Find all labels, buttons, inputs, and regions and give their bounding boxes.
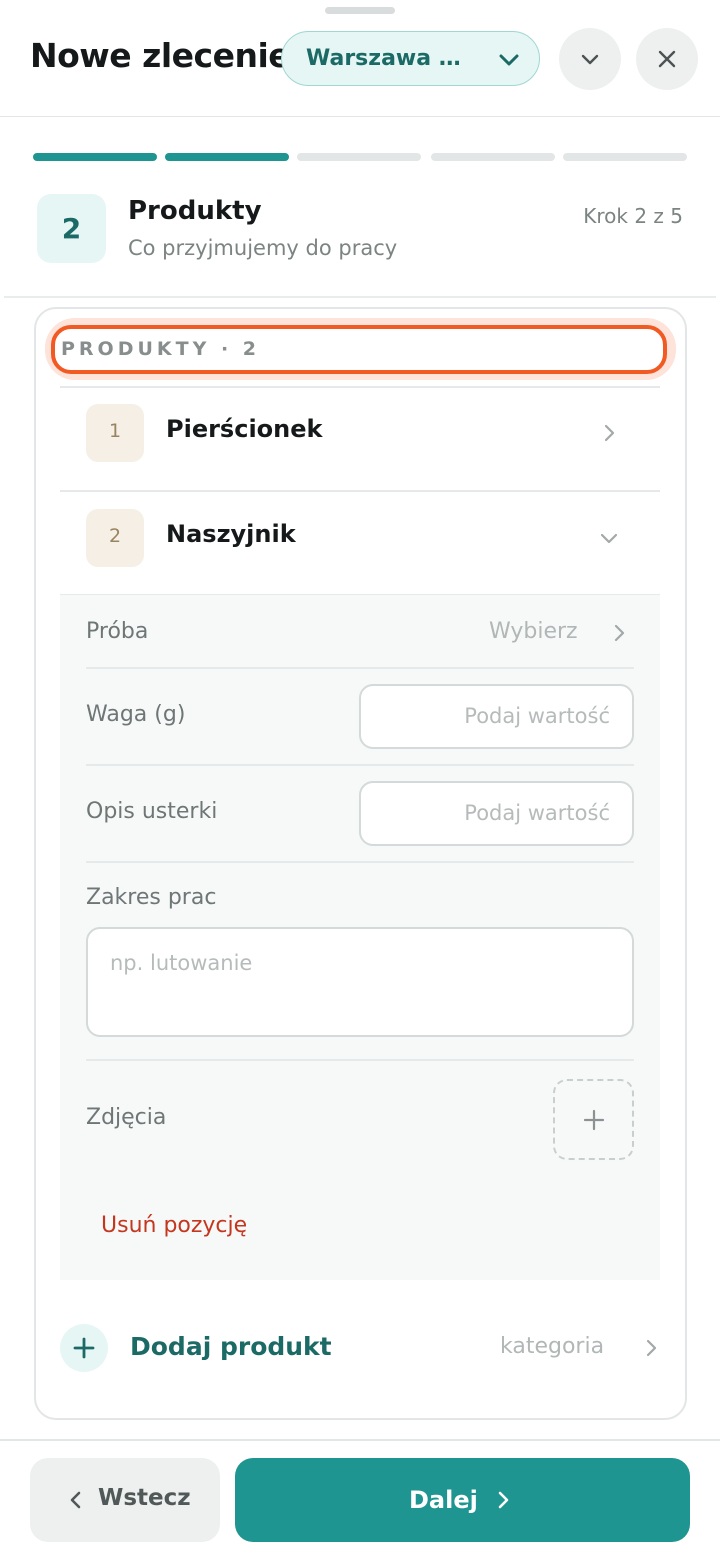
chevron-right-icon	[614, 624, 625, 642]
waga-input[interactable]: Podaj wartość	[359, 684, 634, 749]
chevron-down-icon	[499, 54, 519, 66]
step-subtitle: Co przyjmujemy do pracy	[128, 236, 398, 260]
item-index: 1	[108, 420, 122, 442]
step-counter: Krok 2 z 5	[583, 204, 683, 228]
location-selector[interactable]: Warszawa Centrum	[281, 31, 540, 86]
remove-item-button[interactable]: Usuń pozycję	[101, 1213, 247, 1238]
opis-input[interactable]: Podaj wartość	[359, 781, 634, 846]
step-progress	[33, 153, 687, 161]
chevron-right-icon	[604, 424, 615, 442]
divider	[86, 1059, 634, 1061]
item-index-badge: 2	[86, 509, 144, 567]
next-label: Dalej	[409, 1486, 478, 1514]
product-item-1[interactable]: 1 Pierścionek	[60, 386, 660, 490]
plus-icon	[583, 1109, 605, 1131]
close-button[interactable]	[636, 28, 698, 90]
waga-label: Waga (g)	[86, 702, 186, 727]
chevron-right-icon	[498, 1491, 509, 1509]
add-photo-button[interactable]	[553, 1079, 634, 1160]
back-label: Wstecz	[98, 1485, 191, 1511]
zdjecia-label: Zdjęcia	[86, 1105, 167, 1130]
chevron-down-icon	[600, 533, 618, 544]
item-name: Pierścionek	[166, 415, 323, 443]
add-product-label[interactable]: Dodaj produkt	[130, 1332, 332, 1361]
opis-label: Opis usterki	[86, 799, 218, 824]
header: Nowe zlecenie Warszawa Centrum	[0, 0, 720, 117]
add-product-button[interactable]	[60, 1324, 108, 1372]
waga-placeholder: Podaj wartość	[464, 704, 610, 728]
section-label: PRODUKTY · 2	[51, 325, 667, 374]
step-number: 2	[61, 212, 82, 245]
divider	[86, 861, 634, 863]
chevron-right-icon	[646, 1339, 657, 1357]
divider	[86, 764, 634, 766]
proba-select[interactable]: Wybierz	[460, 613, 640, 653]
page-title: Nowe zlecenie	[30, 36, 291, 75]
product-details-form: Próba Wybierz Waga (g) Podaj wartość Opi…	[60, 595, 660, 1280]
progress-segment	[431, 153, 555, 161]
chevron-down-icon	[581, 54, 599, 65]
zakres-placeholder: np. lutowanie	[110, 951, 253, 975]
section-label-text: PRODUKTY · 2	[61, 338, 261, 360]
proba-value: Wybierz	[489, 619, 578, 644]
step-title: Produkty	[128, 196, 262, 226]
zakres-label: Zakres prac	[86, 885, 217, 910]
step-number-badge: 2	[37, 194, 106, 263]
progress-segment	[165, 153, 289, 161]
divider	[86, 667, 634, 669]
zakres-textarea[interactable]: np. lutowanie	[86, 927, 634, 1037]
more-button[interactable]	[559, 28, 621, 90]
plus-icon	[73, 1337, 95, 1359]
opis-placeholder: Podaj wartość	[464, 801, 610, 825]
progress-segment	[297, 153, 421, 161]
next-button[interactable]: Dalej	[235, 1458, 690, 1542]
back-button[interactable]: Wstecz	[30, 1458, 220, 1542]
close-icon	[658, 50, 676, 68]
item-index: 2	[108, 525, 122, 547]
progress-segment	[563, 153, 687, 161]
location-label: Warszawa Centrum	[306, 46, 476, 71]
item-name: Naszyjnik	[166, 520, 296, 548]
progress-segment	[33, 153, 157, 161]
product-item-2[interactable]: 2 Naszyjnik	[60, 491, 660, 595]
divider	[4, 296, 716, 298]
item-index-badge: 1	[86, 404, 144, 462]
category-label[interactable]: kategoria	[500, 1334, 604, 1359]
proba-label: Próba	[86, 619, 149, 644]
chevron-left-icon	[70, 1491, 81, 1509]
divider	[0, 1439, 720, 1441]
